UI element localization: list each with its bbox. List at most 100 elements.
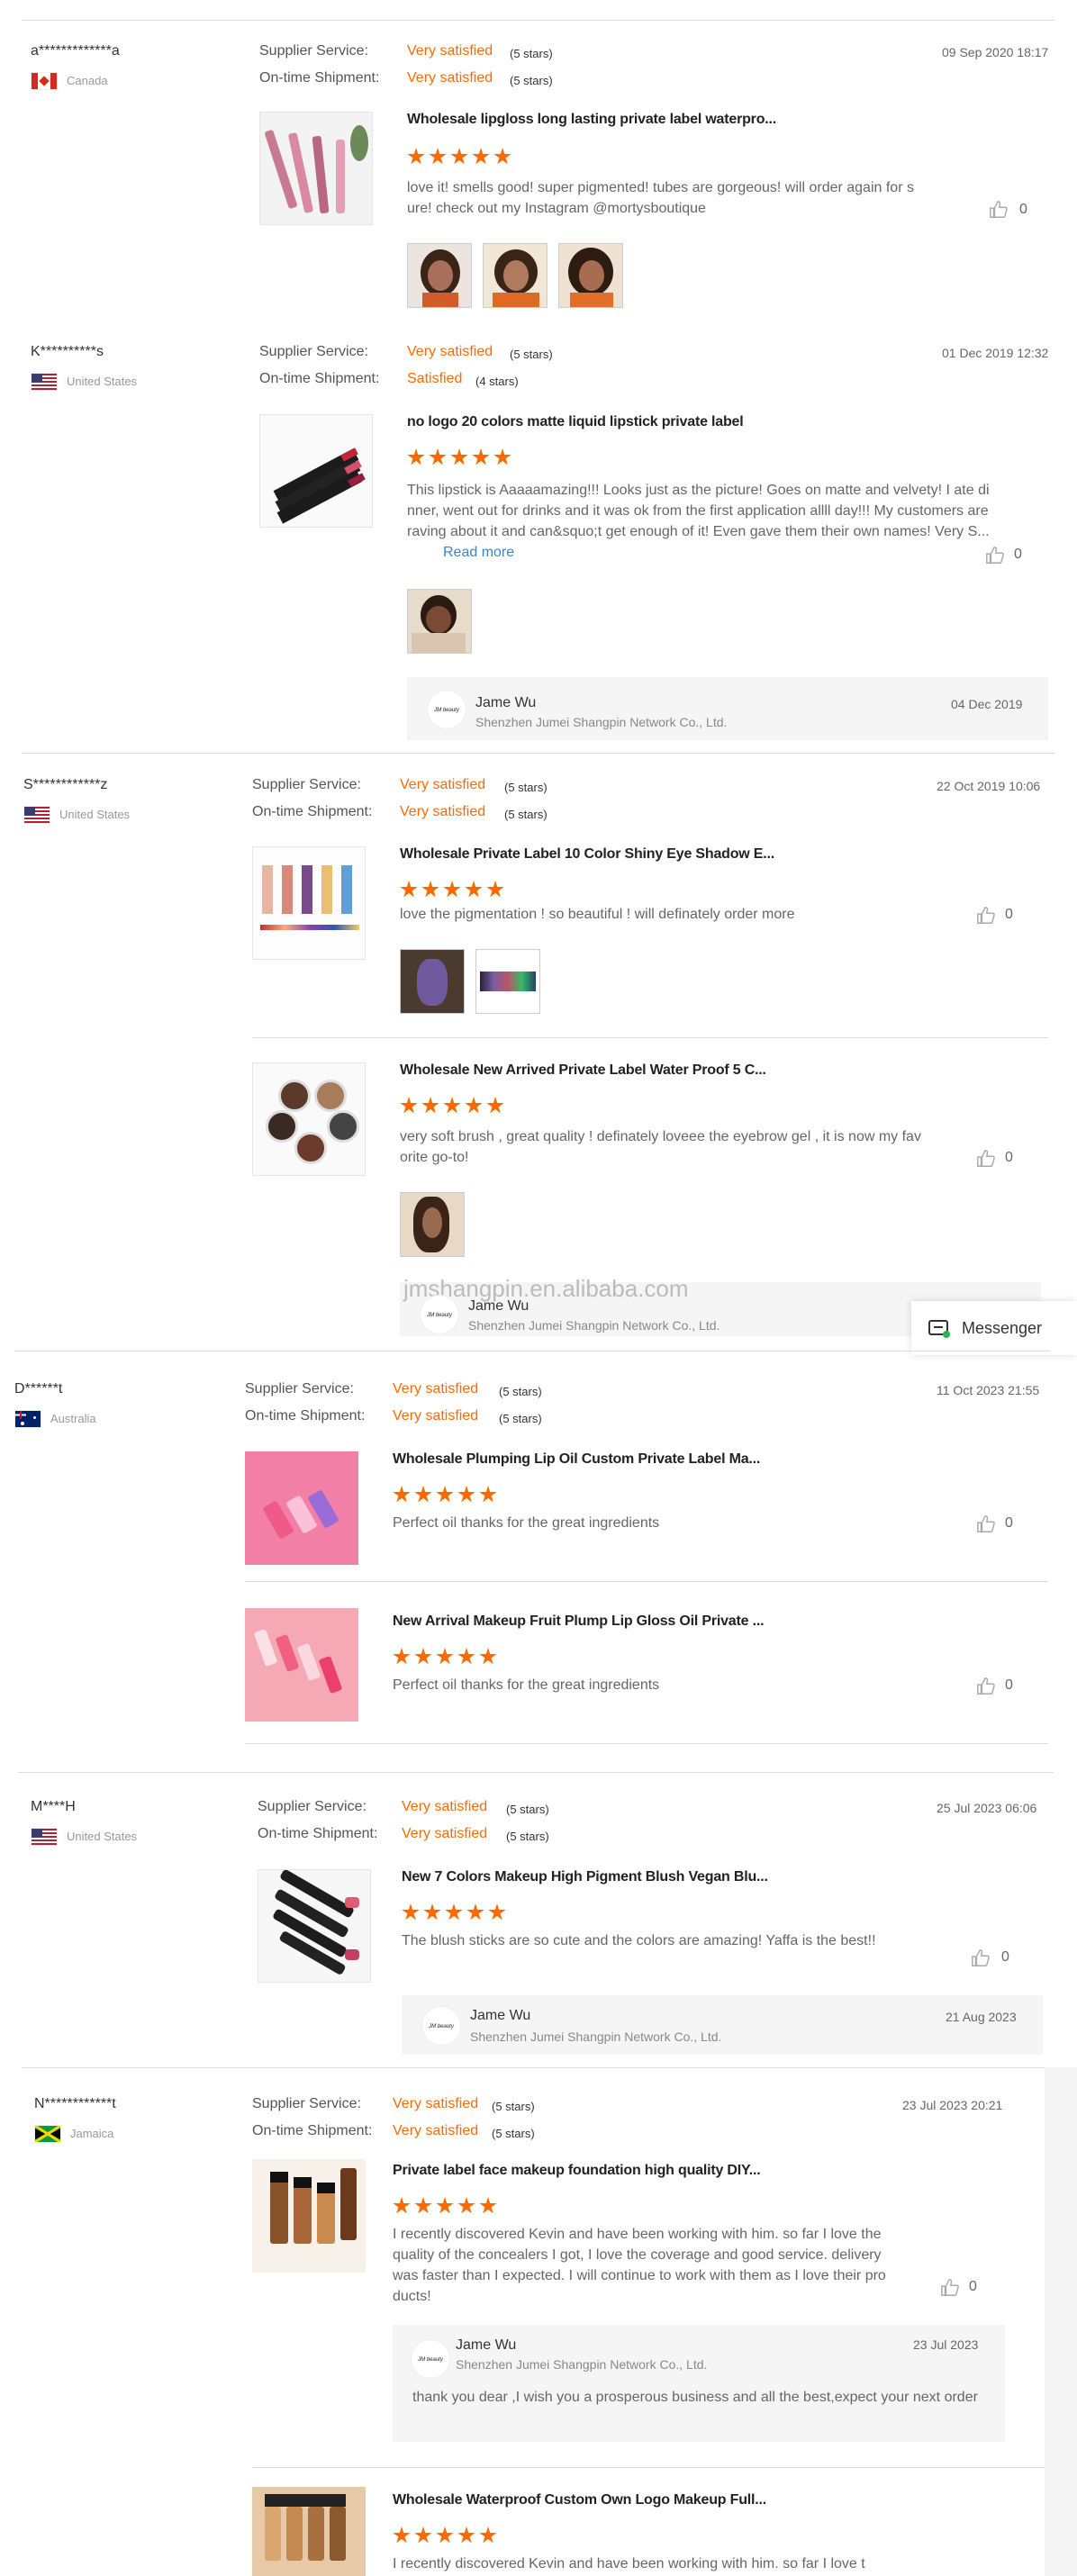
seller-reply: JM beauty Jame Wu Shenzhen Jumei Shangpi… <box>407 677 1048 740</box>
product-thumbnail[interactable] <box>252 1062 366 1176</box>
supplier-service-rating: Very satisfied <box>407 43 493 59</box>
shipment-label: On-time Shipment: <box>252 2123 373 2138</box>
supplier-service-stars: (5 stars) <box>492 2100 535 2113</box>
us-flag-icon <box>31 373 58 391</box>
review-date: 01 Dec 2019 12:32 <box>942 346 1049 360</box>
review-photo[interactable] <box>400 949 465 1014</box>
shipment-label: On-time Shipment: <box>259 371 380 386</box>
review-text: Perfect oil thanks for the great ingredi… <box>393 1677 660 1693</box>
like-count: 0 <box>1001 1949 1009 1965</box>
thumbs-up-icon[interactable] <box>989 200 1009 220</box>
review-date: 23 Jul 2023 20:21 <box>902 2098 1003 2112</box>
review-photo[interactable] <box>558 243 623 308</box>
review-text: I recently discovered Kevin and have bee… <box>393 2227 886 2304</box>
review-text: The blush sticks are so cute and the col… <box>402 1933 876 1948</box>
us-flag-icon <box>31 1828 58 1846</box>
page-scroll-gutter <box>1045 2067 1077 2576</box>
product-title[interactable]: Private label face makeup foundation hig… <box>393 2163 761 2179</box>
product-title[interactable]: Wholesale New Arrived Private Label Wate… <box>400 1062 766 1079</box>
thumbs-up-icon[interactable] <box>940 2278 960 2298</box>
shipment-label: On-time Shipment: <box>252 804 373 819</box>
supplier-service-stars: (5 stars) <box>506 1803 549 1816</box>
thumbs-up-icon[interactable] <box>976 1677 996 1696</box>
product-title[interactable]: Wholesale Plumping Lip Oil Custom Privat… <box>393 1451 760 1468</box>
thumbs-up-icon[interactable] <box>985 546 1005 565</box>
seller-reply: JM beauty Jame Wu Shenzhen Jumei Shangpi… <box>402 1995 1043 2055</box>
messenger-button[interactable]: Messenger <box>911 1301 1077 1355</box>
product-thumbnail[interactable] <box>259 112 373 225</box>
reply-date: 23 Jul 2023 <box>913 2337 979 2352</box>
supplier-service-stars: (5 stars) <box>510 348 553 361</box>
review-text: love the pigmentation ! so beautiful ! w… <box>400 907 795 922</box>
product-star-rating <box>400 881 517 900</box>
supplier-service-label: Supplier Service: <box>258 1799 367 1814</box>
product-title[interactable]: Wholesale Private Label 10 Color Shiny E… <box>400 846 774 863</box>
shipment-rating: Very satisfied <box>402 1826 488 1841</box>
shipment-stars: (5 stars) <box>504 808 548 821</box>
supplier-service-stars: (5 stars) <box>510 47 553 60</box>
supplier-service-label: Supplier Service: <box>252 2096 361 2111</box>
like-count: 0 <box>1005 1515 1013 1531</box>
supplier-service-rating: Very satisfied <box>402 1799 488 1814</box>
review-text: love it! smells good! super pigmented! t… <box>407 180 914 216</box>
like-count: 0 <box>1005 1150 1013 1165</box>
product-title[interactable]: Wholesale lipgloss long lasting private … <box>407 112 776 128</box>
seller-logo: JM beauty <box>421 2006 461 2046</box>
thumbs-up-icon[interactable] <box>976 1149 996 1169</box>
shipment-label: On-time Shipment: <box>259 70 380 86</box>
buyer-name: D******t <box>14 1381 63 1396</box>
product-title[interactable]: New 7 Colors Makeup High Pigment Blush V… <box>402 1869 768 1885</box>
shipment-stars: (5 stars) <box>506 1830 549 1843</box>
shipment-rating: Very satisfied <box>393 2123 479 2138</box>
product-thumbnail[interactable] <box>252 2159 366 2273</box>
buyer-country: Canada <box>67 74 108 87</box>
review-photo[interactable] <box>407 589 472 654</box>
seller-company: Shenzhen Jumei Shangpin Network Co., Ltd… <box>475 715 728 729</box>
like-count: 0 <box>1005 907 1013 922</box>
thumbs-up-icon[interactable] <box>976 1514 996 1534</box>
product-thumbnail[interactable] <box>252 2487 366 2576</box>
product-title[interactable]: New Arrival Makeup Fruit Plump Lip Gloss… <box>393 1613 765 1630</box>
thumbs-up-icon[interactable] <box>971 1948 991 1968</box>
review-photo[interactable] <box>407 243 472 308</box>
product-title[interactable]: no logo 20 colors matte liquid lipstick … <box>407 414 744 430</box>
seller-name: Jame Wu <box>475 695 537 710</box>
product-thumbnail[interactable] <box>252 846 366 960</box>
review-date: 25 Jul 2023 06:06 <box>937 1801 1037 1815</box>
product-thumbnail[interactable] <box>245 1608 358 1722</box>
supplier-service-label: Supplier Service: <box>252 777 361 792</box>
shipment-stars: (5 stars) <box>499 1412 542 1425</box>
read-more-link[interactable]: Read more <box>443 545 514 560</box>
supplier-service-rating: Very satisfied <box>407 344 493 359</box>
seller-logo: JM beauty <box>427 690 466 729</box>
messenger-label: Messenger <box>962 1319 1043 1337</box>
supplier-service-label: Supplier Service: <box>259 344 368 359</box>
review-photo[interactable] <box>400 1192 465 1257</box>
shipment-rating: Very satisfied <box>393 1408 479 1424</box>
shipment-label: On-time Shipment: <box>245 1408 366 1424</box>
thumbs-up-icon[interactable] <box>976 906 996 926</box>
reply-text: thank you dear ,I wish you a prosperous … <box>412 2390 978 2405</box>
chat-icon <box>928 1320 950 1338</box>
review-photo[interactable] <box>475 949 540 1014</box>
review-photo[interactable] <box>483 243 548 308</box>
product-star-rating <box>393 1648 510 1668</box>
product-title[interactable]: Wholesale Waterproof Custom Own Logo Mak… <box>393 2492 766 2508</box>
buyer-country: United States <box>67 1830 138 1843</box>
product-star-rating <box>402 1903 519 1923</box>
product-thumbnail[interactable] <box>245 1451 358 1565</box>
shipment-label: On-time Shipment: <box>258 1826 378 1841</box>
seller-company: Shenzhen Jumei Shangpin Network Co., Ltd… <box>468 1318 720 1333</box>
product-thumbnail[interactable] <box>258 1869 371 1983</box>
seller-name: Jame Wu <box>470 2008 531 2023</box>
buyer-name: M****H <box>31 1799 76 1814</box>
like-count: 0 <box>1005 1677 1013 1693</box>
review-text: I recently discovered Kevin and have bee… <box>393 2556 865 2571</box>
seller-name: Jame Wu <box>468 1298 529 1314</box>
buyer-name: S************z <box>23 777 108 792</box>
supplier-service-rating: Very satisfied <box>393 1381 479 1396</box>
supplier-service-rating: Very satisfied <box>400 777 486 792</box>
review-date: 11 Oct 2023 21:55 <box>937 1383 1040 1397</box>
seller-logo: JM beauty <box>420 1295 459 1334</box>
product-thumbnail[interactable] <box>259 414 373 528</box>
